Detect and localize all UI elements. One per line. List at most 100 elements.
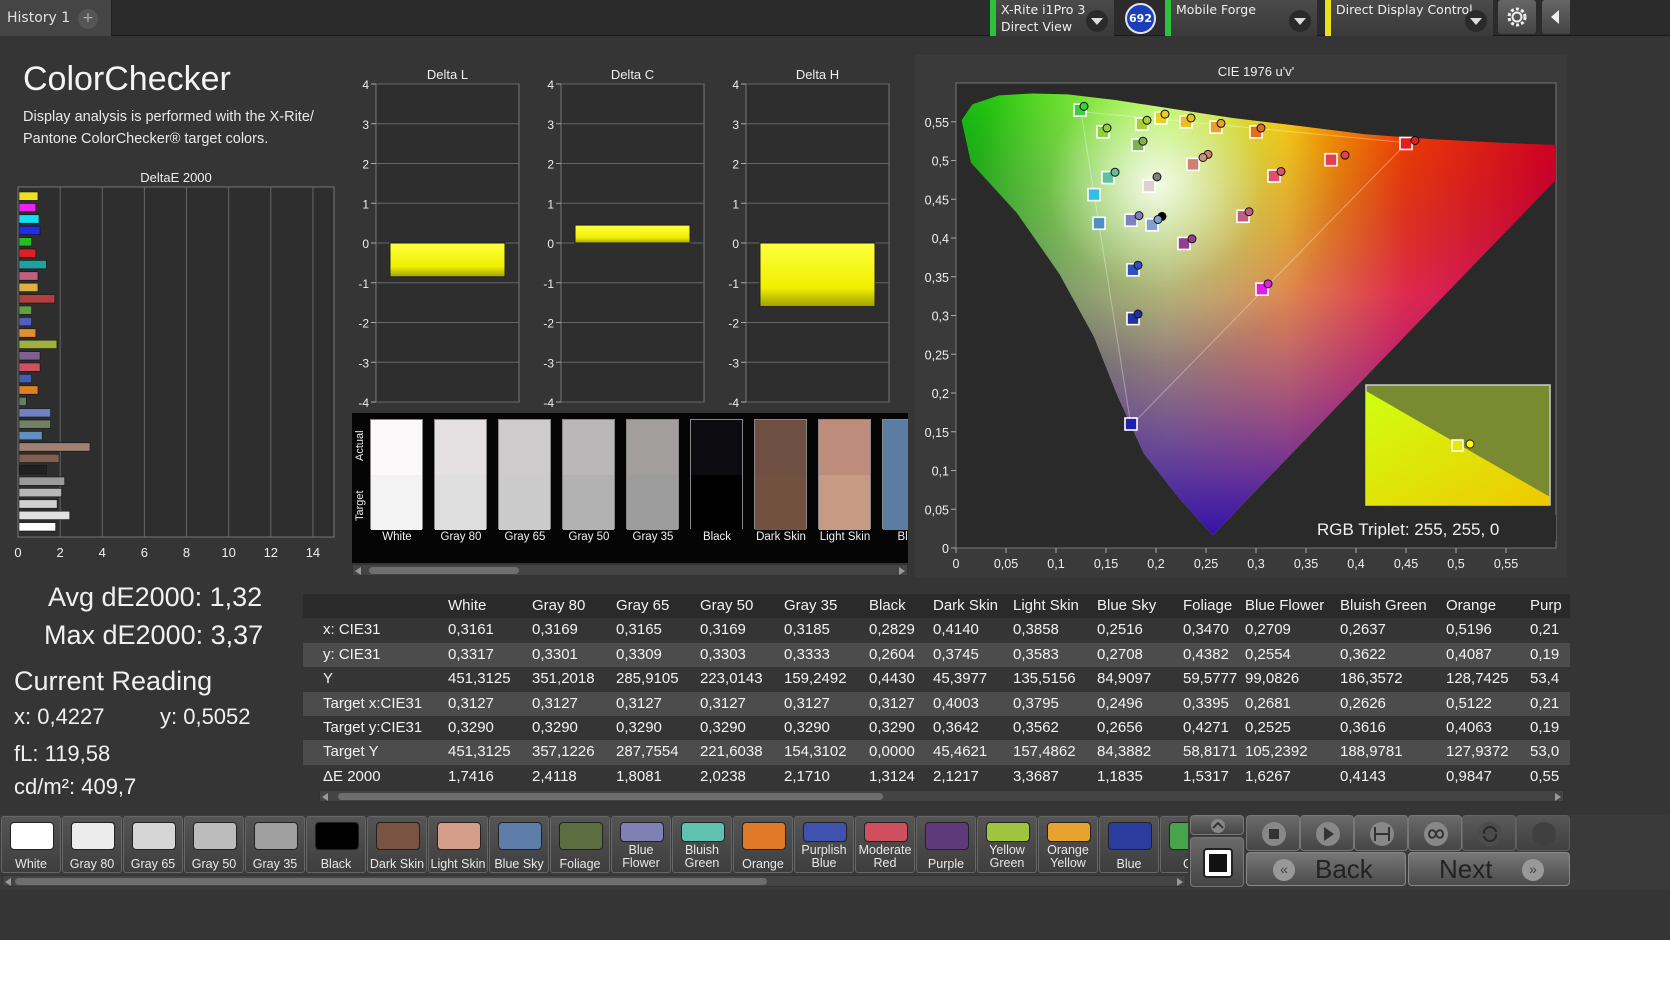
patch-button-purplish-blue[interactable]: Purplish Blue (794, 816, 854, 873)
patch-button-bluish-green[interactable]: Bluish Green (672, 816, 732, 873)
scroll-up-button[interactable] (1190, 815, 1244, 835)
table-cell: 287,7554 (616, 743, 679, 761)
table-cell: 0,5122 (1446, 694, 1492, 712)
delta-tick-label: 3 (732, 118, 739, 132)
scroll-right-icon[interactable] (1555, 793, 1561, 801)
patch-dark-skin[interactable] (754, 419, 807, 530)
deltae-bar (18, 419, 51, 429)
table-cell: 0,3303 (700, 645, 746, 663)
cie-x-tick-label: 0,35 (1294, 557, 1318, 571)
delta-tick-label: 2 (362, 158, 369, 172)
scroll-right-icon[interactable] (1177, 878, 1183, 886)
patch-gray-50[interactable] (562, 419, 615, 530)
play-button[interactable] (1300, 815, 1354, 851)
table-cell: 0,2681 (1245, 694, 1291, 712)
patch-button-purple[interactable]: Purple (916, 816, 976, 873)
patch-button-yellow-green[interactable]: Yellow Green (977, 816, 1037, 873)
table-header-cell: Gray 35 (784, 597, 838, 614)
patch-button-light-skin[interactable]: Light Skin (428, 816, 488, 873)
table-row: Target x:CIE31 0,3127 0,3127 0,3127 0,3127 0,… (303, 691, 1570, 716)
patch-gray-65[interactable] (498, 419, 551, 530)
deltae-bar (18, 294, 56, 304)
patch-button-dark-skin[interactable]: Dark Skin (367, 816, 427, 873)
patch-strip-scrollbar[interactable] (352, 564, 908, 576)
bottom-scrollbar[interactable] (2, 875, 1186, 887)
scroll-right-icon[interactable] (899, 567, 905, 575)
patch-button-gray-80[interactable]: Gray 80 (62, 816, 122, 873)
scroll-left-icon[interactable] (355, 567, 361, 575)
table-scrollbar[interactable] (319, 790, 1564, 802)
stop-measure-button[interactable] (1190, 837, 1244, 887)
patch-gray-35[interactable] (626, 419, 679, 530)
chevron-down-icon[interactable] (1086, 10, 1108, 32)
patch-blue[interactable] (882, 419, 908, 530)
patch-button-label: Light Skin (430, 857, 486, 871)
patch-button-orange[interactable]: Orange (733, 816, 793, 873)
cie-actual-marker (1102, 123, 1112, 133)
measure-selected-button[interactable] (1354, 815, 1408, 851)
table-cell: 0,4382 (1183, 645, 1229, 663)
next-button[interactable]: Next » (1408, 852, 1570, 886)
patch-button-label: Foliage (559, 857, 601, 871)
device-selector-display[interactable]: Direct Display Control (1325, 0, 1493, 36)
scroll-left-icon[interactable] (5, 878, 11, 886)
table-cell: 357,1226 (532, 743, 595, 761)
table-cell: 0,2496 (1097, 694, 1143, 712)
patch-button-gray-50[interactable]: Gray 50 (184, 816, 244, 873)
patch-button-gray-65[interactable]: Gray 65 (123, 816, 183, 873)
patch-light-skin[interactable] (818, 419, 871, 530)
patch-button-black[interactable]: Black (306, 816, 366, 873)
cie-x-tick-label: 0,45 (1394, 557, 1418, 571)
settings-button[interactable] (1498, 0, 1536, 34)
back-button[interactable]: « Back (1246, 852, 1406, 886)
table-cell: 154,3102 (784, 743, 847, 761)
scroll-left-icon[interactable] (322, 793, 328, 801)
patch-button-blue-sky[interactable]: Blue Sky (489, 816, 549, 873)
table-cell: 105,2392 (1245, 743, 1308, 761)
patch-swatch (925, 822, 969, 850)
continuous-button[interactable] (1408, 815, 1462, 851)
patch-label: Gray 65 (504, 531, 546, 543)
patch-button-white[interactable]: White (1, 816, 61, 873)
stop-button[interactable] (1246, 815, 1300, 851)
patch-gray-80[interactable] (434, 419, 487, 530)
patch-button-blue[interactable]: Blue (1099, 816, 1159, 873)
deltae-bar (18, 442, 91, 452)
deltae-tick-label: 6 (141, 545, 148, 560)
cie-inset-actual (1465, 439, 1475, 449)
chevron-down-icon[interactable] (1465, 10, 1487, 32)
deltae-bar (18, 510, 71, 520)
device-selector-meter[interactable]: X-Rite i1Pro 3 Direct View (990, 0, 1114, 36)
chevron-down-icon[interactable] (1289, 10, 1311, 32)
patch-button-blue-flower[interactable]: Blue Flower (611, 816, 671, 873)
patch-black[interactable] (690, 419, 743, 530)
patch-button-foliage[interactable]: Foliage (550, 816, 610, 873)
current-y: y: 0,5052 (160, 704, 251, 729)
repeat-button[interactable] (1462, 815, 1516, 851)
table-header-cell: Gray 65 (616, 597, 670, 614)
options-button[interactable] (1516, 815, 1570, 851)
patch-white[interactable] (370, 419, 423, 530)
scroll-thumb[interactable] (369, 567, 519, 574)
patch-button-gr[interactable]: Gr (1160, 816, 1188, 873)
device-selector-pattern-generator[interactable]: Mobile Forge (1165, 0, 1317, 36)
add-tab-button[interactable]: + (78, 9, 98, 29)
patch-button-moderate-red[interactable]: Moderate Red (855, 816, 915, 873)
table-header-row: White Gray 80 Gray 65 Gray 50 Gray 35 Black Da… (303, 594, 1570, 619)
patch-swatch (559, 822, 603, 850)
delta-tick-label: -1 (358, 277, 369, 291)
patch-swatch (193, 822, 237, 850)
scroll-thumb[interactable] (15, 878, 767, 885)
tab-history-1[interactable]: History 1 + (0, 0, 112, 36)
patch-swatch (132, 822, 176, 850)
scroll-thumb[interactable] (338, 793, 883, 800)
table-cell: 0,2829 (869, 621, 915, 639)
current-fl: fL: 119,58 (14, 741, 111, 766)
patch-button-gray-35[interactable]: Gray 35 (245, 816, 305, 873)
patch-button-orange-yellow[interactable]: Orange Yellow (1038, 816, 1098, 873)
collapse-panel-button[interactable] (1542, 0, 1570, 34)
cie-y-tick-label: 0 (942, 542, 949, 556)
deltae-tick-label: 12 (264, 545, 278, 560)
delta-tick-label: 0 (362, 237, 369, 251)
cie-y-tick-label: 0,45 (925, 193, 949, 207)
